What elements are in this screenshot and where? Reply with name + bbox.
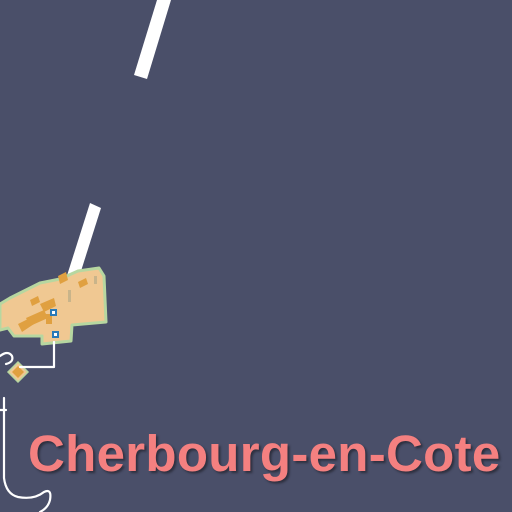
place-label: Cherbourg-en-Cote [28,425,501,482]
poi-marker-icon[interactable] [52,331,59,338]
map-canvas[interactable]: Cherbourg-en-Cote [0,0,512,512]
poi-marker-icon[interactable] [50,309,57,316]
